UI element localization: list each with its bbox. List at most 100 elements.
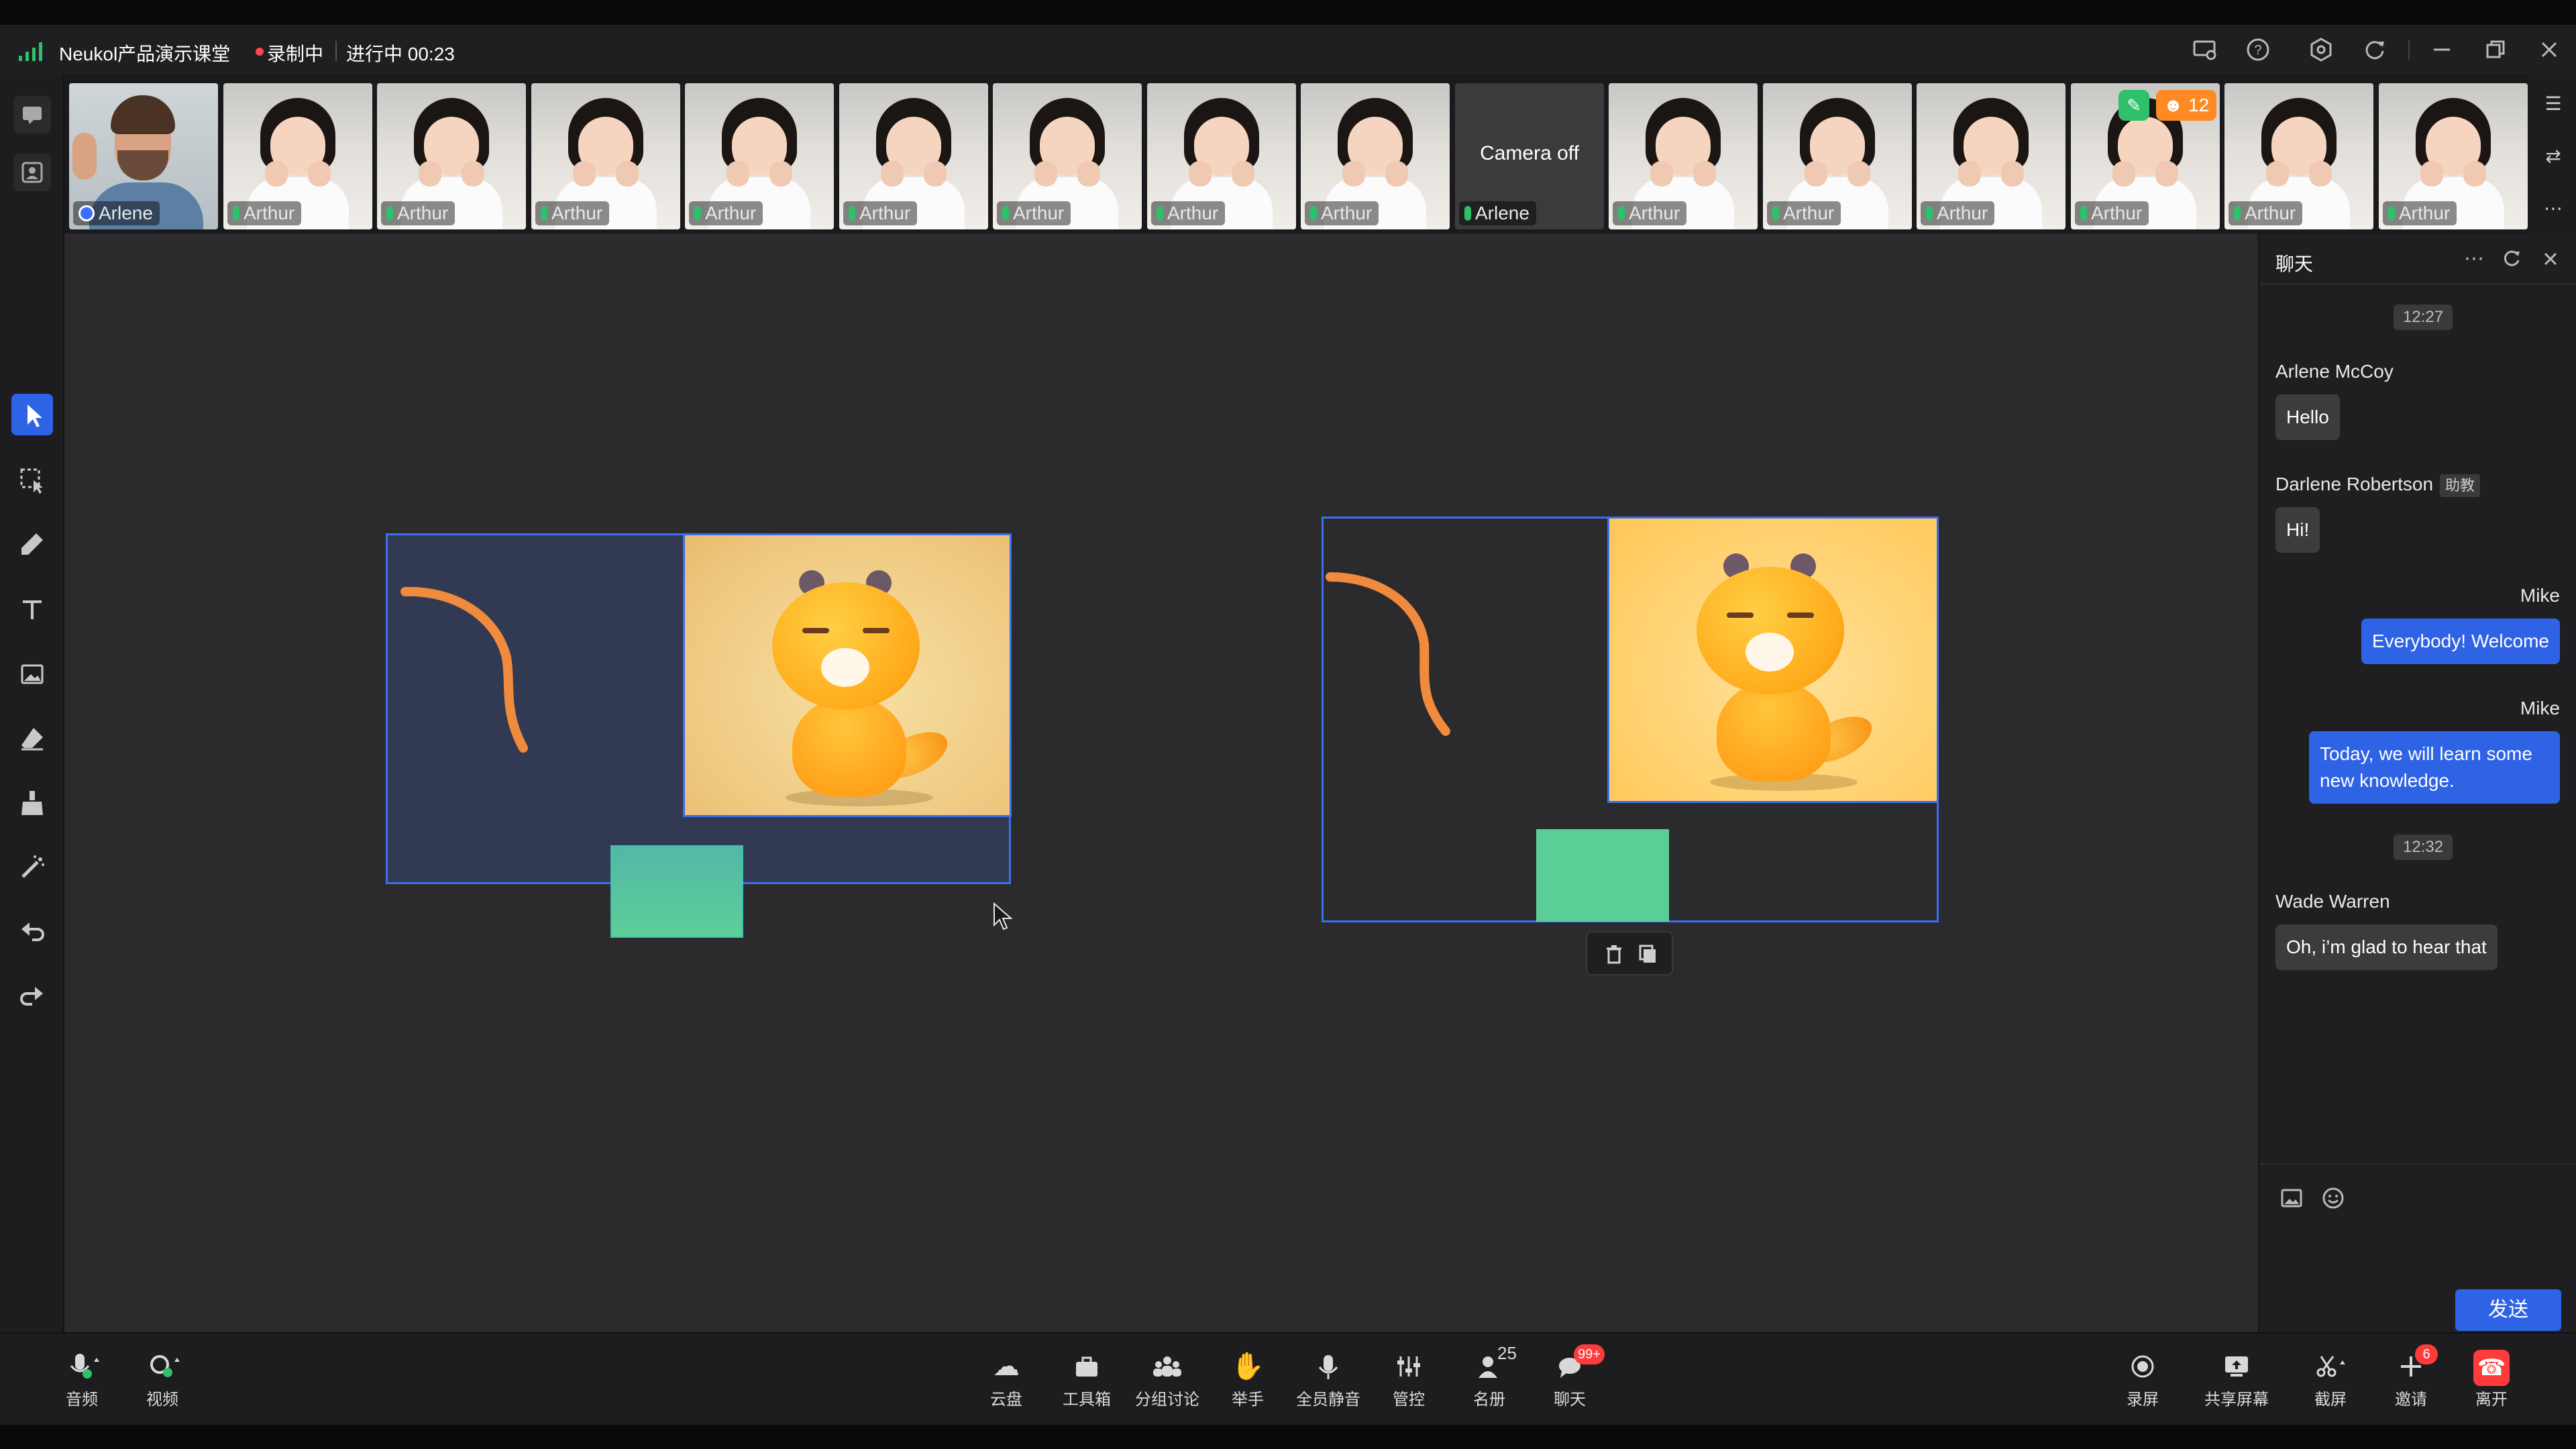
roster-button[interactable]: 25 名册: [1449, 1343, 1529, 1415]
leave-button[interactable]: ☎ 离开: [2451, 1348, 2532, 1415]
cloud-drive-button[interactable]: ☁ 云盘: [966, 1348, 1046, 1415]
video-button[interactable]: 视频: [122, 1348, 203, 1415]
participant-nametag: Arthur: [2229, 201, 2303, 225]
screen-cast-icon[interactable]: [2191, 36, 2218, 63]
minimize-icon[interactable]: [2428, 36, 2455, 63]
leave-label: 离开: [2475, 1391, 2508, 1409]
participant-tile[interactable]: Arthur: [1763, 83, 1912, 229]
image-icon[interactable]: [2277, 1183, 2306, 1213]
settings-icon[interactable]: [2308, 36, 2334, 63]
image-tool-icon[interactable]: [13, 655, 51, 693]
toolbox-label: 工具箱: [1063, 1391, 1111, 1409]
record-button[interactable]: 录屏: [2102, 1348, 2183, 1415]
send-button[interactable]: 发送: [2455, 1289, 2561, 1331]
raise-hand-button[interactable]: ✋ 举手: [1208, 1348, 1288, 1415]
participant-hand: [2001, 161, 2024, 186]
help-icon[interactable]: ?: [2245, 36, 2271, 63]
audio-button[interactable]: 音频: [42, 1348, 122, 1415]
pen-icon[interactable]: [13, 525, 51, 563]
refresh-icon[interactable]: [2498, 247, 2525, 271]
participant-tile[interactable]: Arthur: [531, 83, 680, 229]
eraser-icon[interactable]: [13, 720, 51, 757]
share-badge-icon[interactable]: ✎: [2118, 90, 2149, 121]
participant-tile[interactable]: Arthur: [1147, 83, 1296, 229]
roster-count: 25: [1497, 1343, 1517, 1363]
participant-nametag: Arthur: [1921, 201, 1995, 225]
close-icon[interactable]: [2537, 247, 2564, 271]
undo-icon[interactable]: [13, 913, 51, 951]
green-rectangle[interactable]: [1536, 829, 1669, 922]
participant-tile[interactable]: Arthur: [993, 83, 1142, 229]
layout-toggle-icon[interactable]: ☰: [2540, 91, 2567, 117]
participant-tile[interactable]: Arlene: [69, 83, 218, 229]
session-timer: 进行中 00:23: [346, 44, 455, 64]
participant-hand: [72, 133, 97, 180]
freehand-stroke[interactable]: [396, 577, 543, 758]
chat-panel-icon[interactable]: [13, 96, 51, 133]
reward-badge[interactable]: ☻ 12: [2156, 90, 2216, 121]
chat-composer[interactable]: 发送: [2259, 1163, 2576, 1332]
cloud-drive-label: 云盘: [990, 1391, 1022, 1409]
participant-tile[interactable]: Arthur: [839, 83, 988, 229]
more-icon[interactable]: ⋯: [2461, 247, 2487, 271]
participant-hand: [769, 161, 792, 186]
swap-view-icon[interactable]: ⇄: [2540, 143, 2567, 170]
participant-hand: [2420, 161, 2443, 186]
message-bubble[interactable]: Oh, i’m glad to hear that: [2275, 924, 2498, 970]
recording-status: 录制中: [267, 44, 324, 64]
audio-label: 音频: [66, 1391, 98, 1409]
breakout-label: 分组讨论: [1135, 1391, 1199, 1409]
participant-tile[interactable]: Arthur: [1301, 83, 1450, 229]
close-icon[interactable]: [2536, 36, 2563, 63]
share-screen-button[interactable]: 共享屏幕: [2196, 1348, 2277, 1415]
delete-icon[interactable]: [1601, 941, 1627, 967]
object-toolbar: [1586, 931, 1673, 975]
participant-tile[interactable]: Arthur: [1917, 83, 2065, 229]
microphone-icon: [1310, 206, 1317, 221]
raise-hand-label: 举手: [1232, 1391, 1264, 1409]
dragon-image[interactable]: [1607, 517, 1939, 803]
participant-name: Arthur: [2091, 203, 2143, 223]
raise-hand-icon: ✋: [1231, 1352, 1265, 1381]
screenshot-button[interactable]: 截屏: [2290, 1348, 2371, 1415]
message-bubble[interactable]: Everybody! Welcome: [2361, 619, 2560, 664]
emoji-icon[interactable]: [2318, 1183, 2348, 1213]
more-icon[interactable]: ⋯: [2540, 195, 2567, 222]
redo-icon[interactable]: [13, 977, 51, 1015]
copy-icon[interactable]: [1634, 941, 1661, 967]
laser-pointer-icon[interactable]: [13, 849, 51, 886]
participant-nametag: Arthur: [997, 201, 1071, 225]
breakout-button[interactable]: 分组讨论: [1127, 1348, 1208, 1415]
box-select-icon[interactable]: [13, 462, 51, 499]
camera-off-label: Camera off: [1480, 142, 1579, 164]
participant-name: Arthur: [2399, 203, 2451, 223]
freehand-stroke[interactable]: [1325, 564, 1459, 738]
restore-icon[interactable]: [2482, 36, 2509, 63]
select-arrow-icon[interactable]: [11, 394, 53, 435]
message-bubble[interactable]: Today, we will learn some new knowledge.: [2309, 731, 2560, 804]
invite-button[interactable]: 6 邀请: [2371, 1344, 2451, 1415]
participant-tile[interactable]: Arthur: [685, 83, 834, 229]
message-bubble[interactable]: Hi!: [2275, 507, 2320, 553]
toolbox-button[interactable]: 工具箱: [1046, 1348, 1127, 1415]
refresh-icon[interactable]: [2361, 36, 2388, 63]
participant-tile[interactable]: Arthur: [1609, 83, 1758, 229]
green-rectangle[interactable]: [610, 845, 743, 938]
participant-nametag: Arthur: [381, 201, 455, 225]
member-panel-icon[interactable]: [13, 154, 51, 191]
participant-tile[interactable]: Camera off Arlene: [1455, 83, 1604, 229]
message-bubble[interactable]: Hello: [2275, 394, 2340, 440]
participant-name: Arthur: [705, 203, 757, 223]
text-tool-icon[interactable]: [13, 591, 51, 629]
participant-tile[interactable]: Arthur: [377, 83, 526, 229]
clear-brush-icon[interactable]: [13, 784, 51, 822]
mute-all-button[interactable]: 全员静音: [1288, 1348, 1368, 1415]
chat-button[interactable]: 99+ 聊天: [1529, 1344, 1610, 1415]
dragon-image[interactable]: [683, 533, 1012, 817]
participant-tile[interactable]: Arthur: [2224, 83, 2373, 229]
controls-button[interactable]: 管控: [1368, 1348, 1449, 1415]
participant-tile[interactable]: Arthur: [223, 83, 372, 229]
participant-tile[interactable]: Arthur: [2379, 83, 2528, 229]
participant-nametag: Arlene: [73, 201, 160, 225]
record-dot-icon: [256, 48, 264, 56]
